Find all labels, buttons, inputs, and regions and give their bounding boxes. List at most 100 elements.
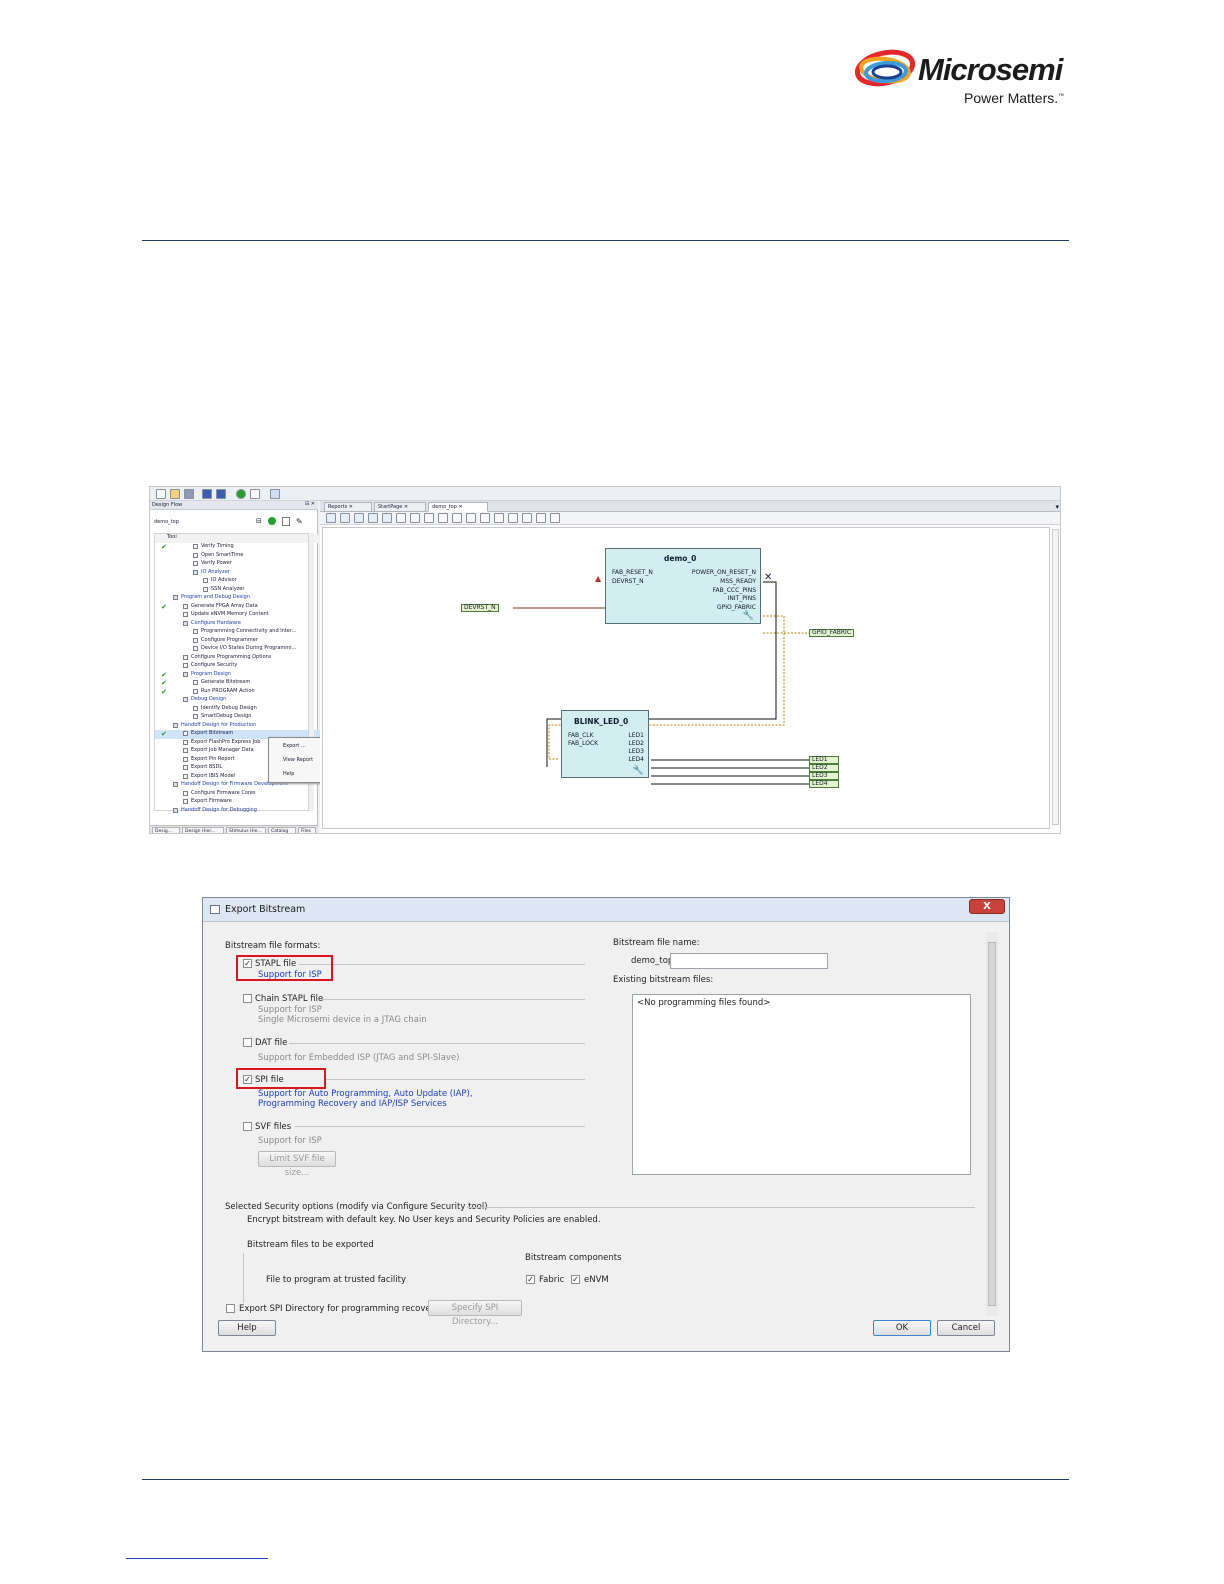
- component-demo-0[interactable]: demo_0 FAB_RESET_N DEVRST_N POWER_ON_RES…: [605, 548, 761, 624]
- pin-fab-reset-n[interactable]: FAB_RESET_N: [612, 569, 653, 577]
- chain-stapl-checkbox[interactable]: [243, 994, 252, 1003]
- bottom-tab[interactable]: Catalog: [268, 827, 296, 833]
- stapl-separator: [299, 964, 585, 965]
- report-icon[interactable]: [250, 489, 260, 499]
- dialog-window-icon: [210, 905, 220, 914]
- tool-icon: [183, 756, 188, 762]
- design-flow-item-label: Generate Bitstream: [201, 679, 251, 685]
- pin-fab-clk[interactable]: FAB_CLK: [568, 732, 594, 740]
- auto-connect-icon[interactable]: [354, 513, 364, 523]
- tab-reports[interactable]: Reports ✕: [324, 502, 372, 512]
- help-button[interactable]: Help: [218, 1320, 276, 1336]
- tab-startpage[interactable]: StartPage ✕: [374, 502, 426, 512]
- pin-devrst-n[interactable]: DEVRST_N: [612, 578, 644, 586]
- tool-icon: [193, 646, 198, 651]
- pin-led2[interactable]: LED2: [628, 740, 644, 748]
- configure-icon[interactable]: ✎: [296, 517, 303, 526]
- merge-icon[interactable]: [410, 513, 420, 523]
- smartdesign-canvas[interactable]: demo_0 FAB_RESET_N DEVRST_N POWER_ON_RES…: [322, 527, 1050, 829]
- open-folder-icon[interactable]: [170, 489, 180, 499]
- cancel-button[interactable]: Cancel: [937, 1320, 995, 1336]
- zoom-fit-icon[interactable]: [480, 513, 490, 523]
- dat-separator: [289, 1043, 585, 1044]
- specify-spi-directory-button[interactable]: Specify SPI Directory...: [428, 1300, 522, 1327]
- port-led4[interactable]: LED4: [809, 780, 839, 788]
- pin-led1[interactable]: LED1: [628, 732, 644, 740]
- port-devrst-n[interactable]: DEVRST_N: [461, 604, 499, 612]
- design-flow-item[interactable]: Handoff Design for Debugging: [155, 807, 323, 816]
- promote-icon[interactable]: [368, 513, 378, 523]
- design-flow-item-label: Debug Design: [191, 696, 227, 702]
- window-icon[interactable]: [270, 489, 280, 499]
- design-flow-item-label: Verify Power: [201, 560, 232, 566]
- zoom-out-icon[interactable]: [466, 513, 476, 523]
- canvas-scrollbar[interactable]: [1052, 529, 1059, 825]
- bottom-tab[interactable]: Design Hier...: [182, 827, 224, 833]
- design-flow-item-label: Configure Programming Options: [191, 653, 272, 660]
- existing-files-list[interactable]: <No programming files found>: [632, 994, 971, 1175]
- redo-icon[interactable]: [216, 489, 226, 499]
- ungroup-icon[interactable]: [438, 513, 448, 523]
- tool-icon: [183, 603, 188, 609]
- zoom-select-icon[interactable]: [494, 513, 504, 523]
- spi-directory-checkbox[interactable]: [226, 1304, 235, 1313]
- svf-desc: Support for ISP: [258, 1136, 322, 1146]
- dialog-scrollbar[interactable]: [986, 932, 998, 1316]
- connect-icon[interactable]: [340, 513, 350, 523]
- bottom-tab[interactable]: Stimulus Hie...: [226, 827, 266, 833]
- text-icon[interactable]: [522, 513, 532, 523]
- group-icon[interactable]: [424, 513, 434, 523]
- canvas-toolbar: [320, 512, 1060, 525]
- dialog-scrollbar-thumb[interactable]: [988, 942, 996, 1306]
- line-icon[interactable]: [536, 513, 546, 523]
- svf-checkbox[interactable]: [243, 1122, 252, 1131]
- port-gpio-fabric[interactable]: GPIO_FABRIC: [809, 629, 855, 637]
- pin-led3[interactable]: LED3: [628, 748, 644, 756]
- dat-checkbox[interactable]: [243, 1038, 252, 1047]
- ok-button[interactable]: OK: [873, 1320, 931, 1336]
- limit-svf-size-button[interactable]: Limit SVF file size...: [258, 1151, 336, 1178]
- tabs-menu-icon[interactable]: ▾: [1055, 503, 1059, 511]
- tool-icon: [173, 595, 178, 600]
- wrench-icon: 🔧: [742, 611, 754, 621]
- port-led2[interactable]: LED2: [809, 764, 839, 772]
- envm-checkbox[interactable]: ✓: [571, 1275, 580, 1284]
- context-menu-export[interactable]: Export ...: [283, 743, 306, 749]
- component-blink-led-0[interactable]: BLINK_LED_0 FAB_CLK FAB_LOCK LED1 LED2 L…: [561, 710, 649, 778]
- dialog-titlebar: Export Bitstream X: [203, 898, 1009, 922]
- tool-icon: [193, 637, 198, 643]
- context-menu-help[interactable]: Help: [283, 771, 294, 777]
- stop-icon[interactable]: ⊟: [256, 517, 262, 525]
- pin-fab-ccc-pins[interactable]: FAB_CCC_PINS: [713, 587, 756, 595]
- file-name-input[interactable]: [670, 953, 828, 969]
- run-icon[interactable]: [236, 489, 246, 499]
- add-component-icon[interactable]: [326, 513, 336, 523]
- pin-fab-lock[interactable]: FAB_LOCK: [568, 740, 598, 748]
- new-file-icon[interactable]: [156, 489, 166, 499]
- fabric-checkbox[interactable]: ✓: [526, 1275, 535, 1284]
- pin-mss-ready[interactable]: MSS_READY: [720, 578, 756, 586]
- context-menu-view-report[interactable]: View Report: [283, 757, 313, 763]
- close-button[interactable]: X: [969, 899, 1005, 914]
- footer-link-underline: [126, 1558, 268, 1559]
- split-icon[interactable]: [396, 513, 406, 523]
- pin-init-pins[interactable]: INIT_PINS: [728, 595, 756, 603]
- pin-led4[interactable]: LED4: [628, 756, 644, 764]
- design-flow-item-label: Configure Firmware Cores: [191, 789, 256, 796]
- port-led3[interactable]: LED3: [809, 772, 839, 780]
- pin-power-on-reset-n[interactable]: POWER_ON_RESET_N: [692, 569, 756, 577]
- bottom-tab[interactable]: Files: [298, 827, 316, 833]
- bottom-tab[interactable]: Desig...: [152, 827, 180, 833]
- undo-icon[interactable]: [202, 489, 212, 499]
- design-flow-item-label: Update eNVM Memory Content: [191, 611, 269, 617]
- tab-demo-top[interactable]: demo_top ✕: [428, 502, 488, 512]
- grid-icon[interactable]: [508, 513, 518, 523]
- rect-icon[interactable]: [550, 513, 560, 523]
- run-flow-icon[interactable]: [268, 517, 276, 525]
- expand-icon[interactable]: [382, 513, 392, 523]
- zoom-in-icon[interactable]: [452, 513, 462, 523]
- port-led1[interactable]: LED1: [809, 756, 839, 764]
- dialog-title: Export Bitstream: [225, 904, 306, 915]
- save-icon[interactable]: [184, 489, 194, 499]
- report-flow-icon[interactable]: [282, 517, 290, 526]
